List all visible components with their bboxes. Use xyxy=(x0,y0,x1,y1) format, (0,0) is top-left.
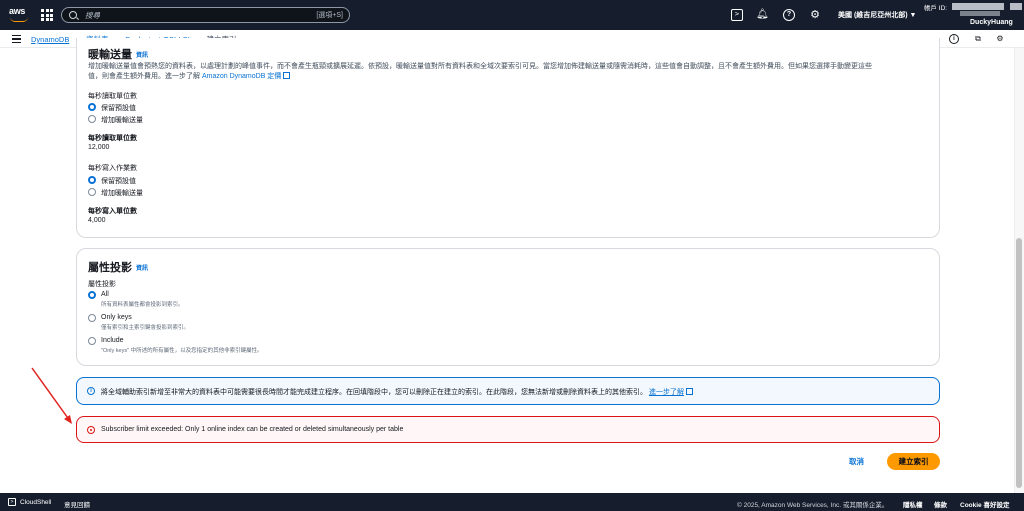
projection-all-desc: 所有資料表屬性都會投影到索引。 xyxy=(101,302,184,308)
projection-include-desc: "Only keys" 中所述的所有屬性，以及您指定的其他非索引鍵屬性。 xyxy=(101,348,263,354)
redacted-account-id xyxy=(952,3,1004,10)
read-label: 每秒讀取單位數 xyxy=(88,93,137,100)
write-units-value: 4,000 xyxy=(88,217,106,224)
projection-keys-label[interactable]: Only keys xyxy=(101,314,132,321)
projection-keys-desc: 僅有索引和主索引鍵會投影到索引。 xyxy=(101,325,190,331)
info-icon[interactable]: i xyxy=(949,34,959,44)
cloudshell-icon: > xyxy=(8,498,16,506)
cloudshell-button[interactable]: > CloudShell xyxy=(8,498,51,506)
annotation-arrow-icon xyxy=(31,367,72,424)
external-link-icon xyxy=(685,388,693,395)
info-alert: i 將全域輔助索引新增至非常大的資料表中可能需要很長時間才能完成建立程序。在回填… xyxy=(76,377,940,405)
apps-grid-icon[interactable] xyxy=(41,9,53,21)
info-link[interactable]: 資訊 xyxy=(136,53,148,59)
privacy-link[interactable]: 隱私權 xyxy=(903,499,923,509)
projection-all-radio[interactable] xyxy=(88,291,96,299)
write-units-label: 每秒寫入單位數 xyxy=(88,208,137,215)
search-shortcut: [選項+S] xyxy=(316,12,343,19)
cancel-button[interactable]: 取消 xyxy=(849,456,864,467)
panel-title: 屬性投影 資訊 xyxy=(88,259,148,275)
write-increase-label[interactable]: 增加暖輸送量 xyxy=(101,188,143,198)
error-alert-text: Subscriber limit exceeded: Only 1 online… xyxy=(101,426,404,433)
write-default-radio[interactable] xyxy=(88,176,96,184)
search-icon xyxy=(69,11,77,19)
error-alert: Subscriber limit exceeded: Only 1 online… xyxy=(76,416,940,443)
projection-label: 屬性投影 xyxy=(88,281,116,288)
menu-icon[interactable] xyxy=(12,35,21,43)
projection-title: 屬性投影 xyxy=(88,262,132,274)
search-input[interactable]: 搜尋 xyxy=(85,10,316,21)
warm-throughput-title: 暖輸送量 xyxy=(88,49,132,61)
warm-throughput-panel: 暖輸送量 資訊 增加暖輸送量值會預熱您的資料表，以處理計劃的峰值事件，而不會產生瓶… xyxy=(76,38,940,238)
write-label: 每秒寫入作業數 xyxy=(88,165,137,172)
desc-line2: 值，則會產生額外費用。進一步了解 xyxy=(88,73,200,80)
write-default-label[interactable]: 保留預設值 xyxy=(101,176,136,186)
cloudshell-label: CloudShell xyxy=(20,498,52,506)
external-link-icon xyxy=(283,72,291,79)
projection-all-label[interactable]: All xyxy=(101,291,109,298)
projection-include-radio[interactable] xyxy=(88,337,96,345)
error-icon xyxy=(87,426,95,434)
breadcrumb-dynamodb[interactable]: DynamoDB xyxy=(31,35,69,44)
copyright: © 2025, Amazon Web Services, Inc. 或其關係企業… xyxy=(737,502,889,509)
attribute-projection-panel: 屬性投影 資訊 屬性投影 All 所有資料表屬性都會投影到索引。 Only key… xyxy=(76,248,940,366)
projection-include-label[interactable]: Include xyxy=(101,337,124,344)
cloudshell-icon[interactable]: > xyxy=(731,9,743,21)
region-selector[interactable]: 美國 (維吉尼亞州北部) ▼ xyxy=(838,10,916,20)
desc-line1: 增加暖輸送量值會預熱您的資料表，以處理計劃的峰值事件，而不會產生瓶頸或擴展延遲。… xyxy=(88,63,872,70)
read-increase-radio[interactable] xyxy=(88,115,96,123)
read-units-value: 12,000 xyxy=(88,144,110,151)
footer: > CloudShell 意見回饋 © 2025, Amazon Web Ser… xyxy=(0,493,1024,511)
top-navigation: aws 搜尋 [選項+S] > 🔔︎ ? ⚙ 美國 (維吉尼亞州北部) ▼ 帳戶… xyxy=(0,0,1024,30)
search-bar[interactable]: 搜尋 [選項+S] xyxy=(61,7,350,23)
redacted-account-name xyxy=(960,11,1000,16)
settings-icon[interactable]: ⚙ xyxy=(995,34,1005,44)
info-icon: i xyxy=(87,387,95,395)
read-default-label[interactable]: 保留預設值 xyxy=(101,103,136,113)
write-increase-radio[interactable] xyxy=(88,188,96,196)
gear-icon[interactable]: ⚙ xyxy=(809,9,821,21)
warm-throughput-description: 增加暖輸送量值會預熱您的資料表，以處理計劃的峰值事件，而不會產生瓶頸或擴展延遲。… xyxy=(88,62,933,82)
username: DuckyHuang xyxy=(970,19,1013,26)
cookie-preferences-link[interactable]: Cookie 喜好設定 xyxy=(960,499,1009,509)
feedback-link[interactable]: 意見回饋 xyxy=(64,499,90,509)
learn-more-link[interactable]: 進一步了解 xyxy=(649,389,684,396)
aws-logo[interactable]: aws xyxy=(9,6,31,24)
read-default-radio[interactable] xyxy=(88,103,96,111)
read-increase-label[interactable]: 增加暖輸送量 xyxy=(101,115,143,125)
help-icon[interactable]: ? xyxy=(783,9,795,21)
panel-title: 暖輸送量 資訊 xyxy=(88,46,148,62)
redacted-account-id-2 xyxy=(1010,3,1022,10)
terms-link[interactable]: 條款 xyxy=(934,499,947,509)
aws-logo-text: aws xyxy=(9,6,26,16)
pricing-link[interactable]: Amazon DynamoDB 定價 xyxy=(202,73,281,80)
read-units-label: 每秒讀取單位數 xyxy=(88,135,137,142)
info-alert-message: 將全域輔助索引新增至非常大的資料表中可能需要很長時間才能完成建立程序。在回填階段… xyxy=(101,389,647,396)
aws-smile-icon xyxy=(10,17,28,22)
account-id-label: 帳戶 ID: xyxy=(924,5,948,12)
info-alert-text: 將全域輔助索引新增至非常大的資料表中可能需要很長時間才能完成建立程序。在回填階段… xyxy=(101,387,693,397)
create-index-button[interactable]: 建立索引 xyxy=(887,453,940,470)
feedback-icon[interactable]: ⧉ xyxy=(973,34,983,44)
account-menu[interactable]: 帳戶 ID: DuckyHuang xyxy=(920,0,1024,30)
bell-icon[interactable]: 🔔︎ xyxy=(756,9,769,21)
scrollbar-thumb[interactable] xyxy=(1016,238,1022,488)
projection-keys-radio[interactable] xyxy=(88,314,96,322)
info-link[interactable]: 資訊 xyxy=(136,266,148,272)
